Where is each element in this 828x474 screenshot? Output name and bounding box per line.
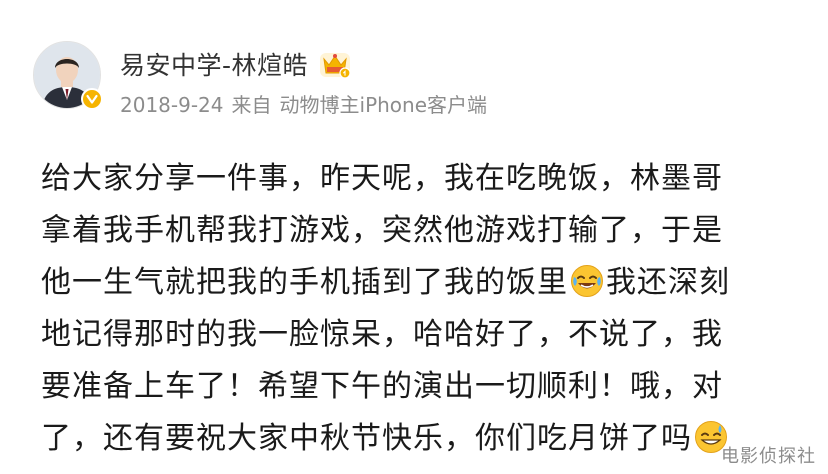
weibo-post-card: 易安中学-林煊皓 2018-9-24 来自 动物博主iPhone客户端 给大家分享一… <box>0 0 828 474</box>
verified-badge-icon <box>81 88 103 110</box>
content-line-1: 给大家分享一件事，昨天呢，我在吃晚饭，林墨哥 <box>41 161 723 196</box>
content-line-3: 他一生气就把我的手机插到了我的饭里 我还深刻 <box>41 257 801 309</box>
post-content: 给大家分享一件事，昨天呢，我在吃晚饭，林墨哥 拿着我手机帮我打游戏，突然他游戏打… <box>41 153 801 465</box>
content-line-3-before: 他一生气就把我的手机插到了我的饭里 <box>41 265 568 300</box>
watermark: 电影侦探社 <box>721 446 816 467</box>
author-avatar[interactable] <box>33 41 103 110</box>
vip-crown-icon[interactable] <box>318 47 352 81</box>
post-source[interactable]: 动物博主iPhone客户端 <box>280 93 488 117</box>
post-date[interactable]: 2018-9-24 <box>120 93 224 117</box>
laugh-cry-emoji-icon <box>570 264 604 298</box>
content-line-3-after: 我还深刻 <box>606 265 730 300</box>
content-line-6-before: 了，还有要祝大家中秋节快乐，你们吃月饼了吗 <box>41 421 692 456</box>
content-line-6: 了，还有要祝大家中秋节快乐，你们吃月饼了吗 <box>41 413 801 465</box>
content-line-2: 拿着我手机帮我打游戏，突然他游戏打输了，于是 <box>41 213 723 248</box>
source-prefix: 来自 <box>231 93 272 117</box>
content-line-4: 地记得那时的我一脸惊呆，哈哈好了，不说了，我 <box>41 317 723 352</box>
content-line-5: 要准备上车了！希望下午的演出一切顺利！哦，对 <box>41 369 723 404</box>
author-name[interactable]: 易安中学-林煊皓 <box>120 46 308 82</box>
post-meta: 2018-9-24 来自 动物博主iPhone客户端 <box>120 89 487 118</box>
author-name-row: 易安中学-林煊皓 <box>120 44 352 84</box>
